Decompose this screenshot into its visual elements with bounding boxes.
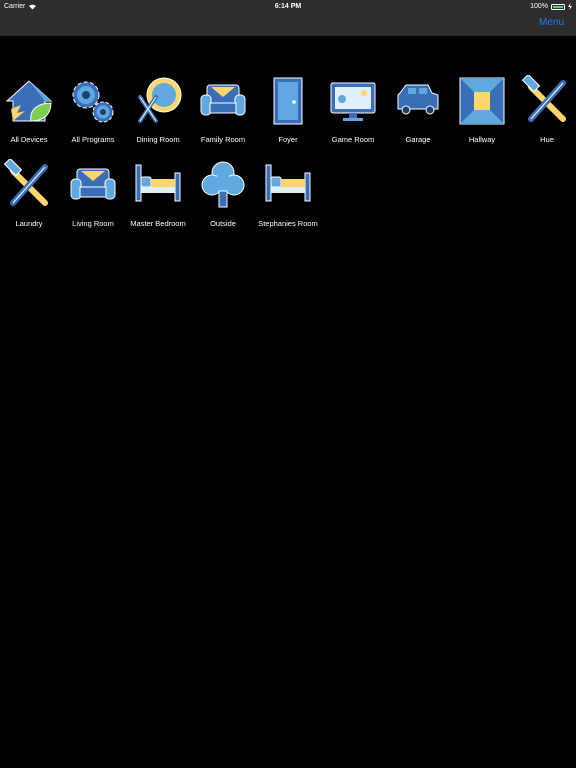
tools-icon (3, 159, 48, 206)
tile-hue[interactable]: Hue (515, 75, 576, 144)
tile-all-devices[interactable]: All Devices (0, 75, 61, 144)
status-time: 6:14 PM (274, 3, 302, 10)
tile-label: Hue (540, 135, 554, 144)
armchair-icon (200, 84, 246, 116)
tile-label: Hallway (468, 135, 496, 144)
bed-icon (135, 164, 181, 202)
tile-hallway[interactable]: Hallway (450, 75, 514, 144)
tile-label: Living Room (72, 219, 114, 228)
tile-garage[interactable]: Garage (386, 75, 450, 144)
tile-living-room[interactable]: Living Room (61, 159, 125, 228)
plate-utensils-icon (138, 77, 182, 123)
tile-game-room[interactable]: Game Room (321, 75, 385, 144)
hallway-icon (459, 77, 505, 125)
tile-family-room[interactable]: Family Room (191, 75, 255, 144)
tile-label: Foyer (278, 135, 298, 144)
tile-master-bedroom[interactable]: Master Bedroom (126, 159, 190, 228)
monitor-icon (330, 82, 376, 121)
battery-percent: 100% (530, 3, 548, 10)
tile-label: Dining Room (136, 135, 180, 144)
tile-outside[interactable]: Outside (191, 159, 255, 228)
house-leaf-icon (5, 80, 53, 122)
tile-label: Garage (405, 135, 431, 144)
tile-laundry[interactable]: Laundry (0, 159, 61, 228)
status-bar: Carrier 6:14 PM 100% (0, 0, 576, 13)
car-icon (397, 84, 439, 115)
tile-label: Outside (210, 219, 236, 228)
tools-icon (521, 75, 566, 122)
tile-stephanies-room[interactable]: Stephanies Room (256, 159, 320, 228)
tile-label: Game Room (331, 135, 375, 144)
tile-label: Family Room (200, 135, 246, 144)
tile-label: All Devices (10, 135, 48, 144)
tile-all-programs[interactable]: All Programs (61, 75, 125, 144)
gears-icon (72, 81, 114, 123)
battery-icon (551, 3, 565, 10)
tile-label: Stephanies Room (258, 219, 318, 228)
tile-label: Laundry (15, 219, 43, 228)
menu-button[interactable]: Menu (539, 17, 564, 28)
tree-icon (201, 161, 245, 208)
tile-dining-room[interactable]: Dining Room (126, 75, 190, 144)
door-icon (273, 77, 303, 125)
status-right: 100% (530, 0, 572, 13)
bed-icon (265, 164, 311, 202)
charging-icon (568, 3, 572, 10)
armchair-icon (70, 168, 116, 200)
tile-label: Master Bedroom (130, 219, 186, 228)
tile-foyer[interactable]: Foyer (256, 75, 320, 144)
tile-label: All Programs (71, 135, 115, 144)
navigation-bar: Menu (0, 13, 576, 36)
